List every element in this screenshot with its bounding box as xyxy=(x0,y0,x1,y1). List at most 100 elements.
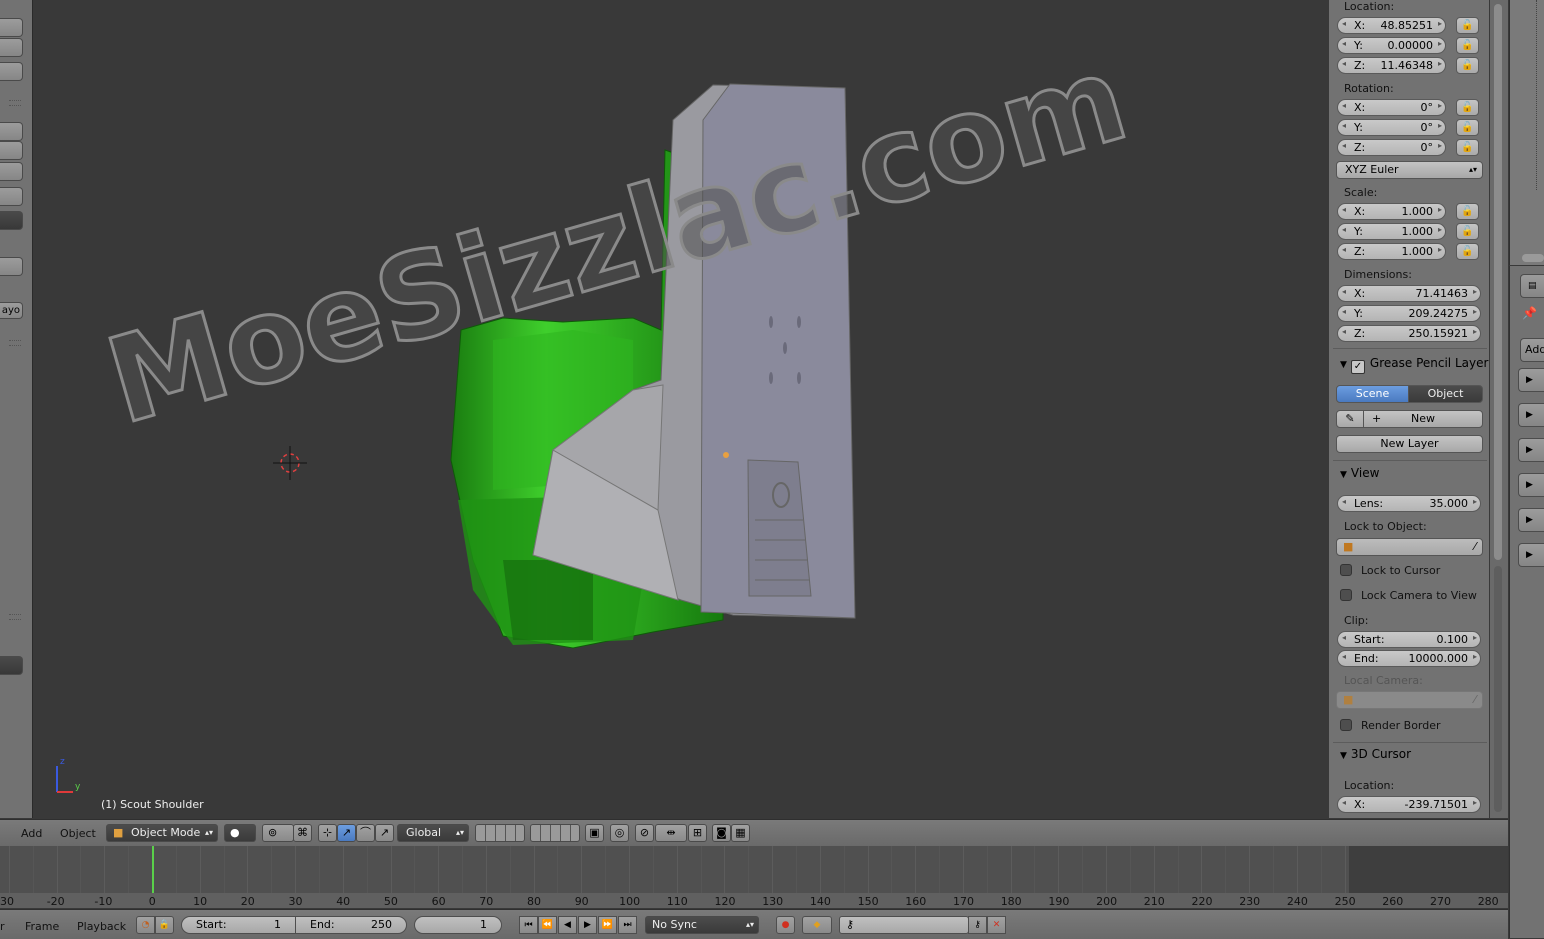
record-icon[interactable]: ● xyxy=(776,916,795,934)
scale-x-field[interactable]: ◂ X: 1.000 ▸ xyxy=(1337,203,1446,220)
jump-end-icon[interactable]: ⏭ xyxy=(618,916,637,934)
menu-playback[interactable]: Playback xyxy=(77,920,126,933)
clip-start-field[interactable]: ◂ Start: 0.100 ▸ xyxy=(1337,631,1481,648)
manipulator-toggle-icon[interactable]: ⌘ xyxy=(293,824,312,842)
new-grease-pencil-button[interactable]: + New xyxy=(1363,410,1483,428)
dimensions-y-field[interactable]: ◂ Y: 209.24275 ▸ xyxy=(1337,305,1481,322)
menu-object[interactable]: Object xyxy=(60,827,96,840)
panel-drag-handle[interactable] xyxy=(9,340,21,346)
lock-object-field[interactable]: ■ ⁄ xyxy=(1336,538,1483,556)
pin-icon[interactable]: 📌 xyxy=(1522,306,1537,320)
rotation-y-field[interactable]: ◂ Y: 0° ▸ xyxy=(1337,119,1446,136)
render-border-checkbox[interactable] xyxy=(1340,719,1352,731)
shelf-button[interactable] xyxy=(0,122,23,141)
sync-select[interactable]: No Sync ▴▾ xyxy=(645,916,759,934)
lock-icon[interactable]: 🔓 xyxy=(1456,223,1479,240)
translate-icon[interactable]: ⊹ xyxy=(318,824,337,842)
mode-select[interactable]: ■ Object Mode ▴▾ xyxy=(106,824,218,842)
pencil-icon[interactable]: ✎ xyxy=(1336,410,1364,428)
start-frame-field[interactable]: Start: 1 xyxy=(181,916,296,934)
layer-grid[interactable] xyxy=(530,824,580,842)
expand-arrow-icon[interactable]: ▶ xyxy=(1518,543,1544,567)
dimensions-z-field[interactable]: ◂ Z: 250.15921 ▸ xyxy=(1337,325,1481,342)
scrollbar-thumb[interactable] xyxy=(1494,4,1502,560)
shelf-button[interactable] xyxy=(0,162,23,181)
grease-pencil-header[interactable]: ▼ ✓ Grease Pencil Layers xyxy=(1340,356,1489,374)
lock-icon[interactable]: 🔓 xyxy=(1456,119,1479,136)
panel-drag-handle[interactable] xyxy=(9,100,21,106)
shelf-dropdown[interactable] xyxy=(0,211,23,230)
keying-icon[interactable]: ◔ xyxy=(136,916,155,934)
rotation-mode-select[interactable]: XYZ Euler ▴▾ xyxy=(1336,161,1483,179)
location-y-field[interactable]: ◂ Y: 0.00000 ▸ xyxy=(1337,37,1446,54)
play-icon[interactable]: ▶ xyxy=(578,916,597,934)
outliner-scroll[interactable] xyxy=(1522,254,1544,262)
render-layer-icon[interactable]: ▣ xyxy=(585,824,604,842)
next-keyframe-icon[interactable]: ⏩ xyxy=(598,916,617,934)
checkbox-checked-icon[interactable]: ✓ xyxy=(1350,360,1365,374)
rotation-x-field[interactable]: ◂ X: 0° ▸ xyxy=(1337,99,1446,116)
lock-to-cursor-checkbox[interactable] xyxy=(1340,564,1352,576)
snap-icon[interactable]: ⊘ xyxy=(635,824,654,842)
expand-arrow-icon[interactable]: ▶ xyxy=(1518,508,1544,532)
lock-icon[interactable]: 🔓 xyxy=(1456,17,1479,34)
shelf-button[interactable] xyxy=(0,38,23,57)
delete-keyframe-icon[interactable]: ✕ xyxy=(987,916,1006,934)
jump-start-icon[interactable]: ⏮ xyxy=(519,916,538,934)
frame-ruler[interactable]: 30 -20 -10 0 10 20 30 40 50 60 70 80 90 100 110 120 130 1… xyxy=(0,893,1508,908)
scale-z-field[interactable]: ◂ Z: 1.000 ▸ xyxy=(1337,243,1446,260)
shelf-dropdown[interactable] xyxy=(0,656,23,675)
lock-icon[interactable]: 🔒 xyxy=(155,916,174,934)
menu-add[interactable]: Add xyxy=(21,827,42,840)
expand-arrow-icon[interactable]: ▶ xyxy=(1518,403,1544,427)
shelf-button[interactable] xyxy=(0,62,23,81)
shelf-layout-button[interactable]: ayo xyxy=(0,302,23,319)
lock-icon[interactable]: 🔓 xyxy=(1456,57,1479,74)
render-still-icon[interactable]: ◙ xyxy=(712,824,731,842)
view-panel-header[interactable]: ▼ View xyxy=(1340,466,1379,480)
scale-y-field[interactable]: ◂ Y: 1.000 ▸ xyxy=(1337,223,1446,240)
shelf-button[interactable] xyxy=(0,187,23,206)
orientation-select[interactable]: Global ▴▾ xyxy=(397,824,469,842)
timeline-grid[interactable] xyxy=(0,846,1508,893)
new-layer-button[interactable]: New Layer xyxy=(1336,435,1483,453)
expand-arrow-icon[interactable]: ▶ xyxy=(1518,473,1544,497)
lock-icon[interactable]: 🔓 xyxy=(1456,203,1479,220)
menu-frame[interactable]: Frame xyxy=(25,920,59,933)
lock-icon[interactable]: 🔓 xyxy=(1456,37,1479,54)
add-button[interactable]: Add xyxy=(1520,338,1544,362)
shelf-button[interactable] xyxy=(0,257,23,276)
playhead[interactable] xyxy=(152,846,154,893)
rotate-icon[interactable]: ↗ xyxy=(337,824,356,842)
prev-keyframe-icon[interactable]: ⏪ xyxy=(538,916,557,934)
location-z-field[interactable]: ◂ Z: 11.46348 ▸ xyxy=(1337,57,1446,74)
tab-scene[interactable]: Scene xyxy=(1336,385,1409,403)
keyframe-type-icon[interactable]: ◆ xyxy=(802,916,832,934)
render-anim-icon[interactable]: ▦ xyxy=(731,824,750,842)
snap-target-icon[interactable]: ⇹ xyxy=(655,824,687,842)
properties-scrollbar[interactable] xyxy=(1490,0,1508,818)
lock-icon[interactable]: 🔓 xyxy=(1456,139,1479,156)
shading-select[interactable]: ● xyxy=(224,824,256,842)
current-frame-field[interactable]: 1 xyxy=(414,916,502,934)
snap-element-icon[interactable]: ⊞ xyxy=(688,824,707,842)
3d-viewport[interactable]: z y (1) Scout Shoulder MoeSizzlac.com xyxy=(33,0,1328,818)
shelf-button[interactable] xyxy=(0,141,23,160)
cursor-x-field[interactable]: ◂ X: -239.71501 ▸ xyxy=(1337,796,1481,813)
insert-keyframe-icon[interactable]: ⚷ xyxy=(968,916,987,934)
clip-end-field[interactable]: ◂ End: 10000.000 ▸ xyxy=(1337,650,1481,667)
lock-camera-checkbox[interactable] xyxy=(1340,589,1352,601)
end-frame-field[interactable]: End: 250 xyxy=(295,916,407,934)
proportional-edit-icon[interactable]: ◎ xyxy=(610,824,629,842)
scale-icon[interactable]: ↗ xyxy=(375,824,394,842)
tab-object[interactable]: Object xyxy=(1408,385,1483,403)
lock-icon[interactable]: 🔓 xyxy=(1456,99,1479,116)
timeline[interactable]: 30 -20 -10 0 10 20 30 40 50 60 70 80 90 100 110 120 130 1… xyxy=(0,846,1508,908)
location-x-field[interactable]: ◂ X: 48.85251 ▸ xyxy=(1337,17,1446,34)
keying-set-field[interactable]: ⚷ xyxy=(839,916,969,934)
pivot-select[interactable]: ⊚ xyxy=(262,824,294,842)
lock-icon[interactable]: 🔓 xyxy=(1456,243,1479,260)
eyedropper-icon[interactable]: ⁄ xyxy=(1474,539,1476,555)
lens-field[interactable]: ◂ Lens: 35.000 ▸ xyxy=(1337,495,1481,512)
curve-icon[interactable]: ⌒ xyxy=(356,824,375,842)
